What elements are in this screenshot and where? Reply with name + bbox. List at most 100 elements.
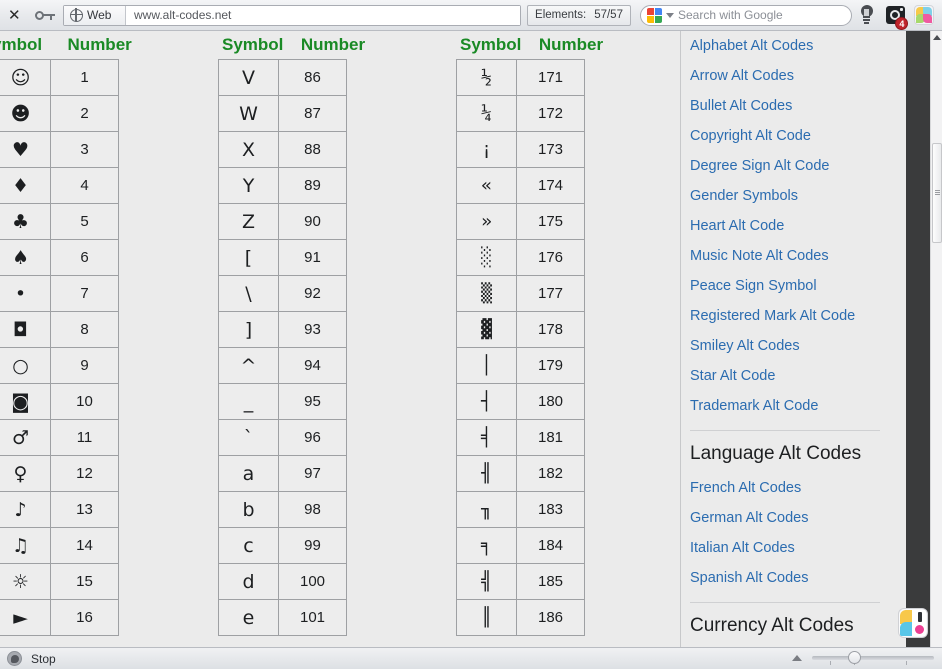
table-row: ╣185 (457, 564, 585, 600)
url-input[interactable] (126, 6, 520, 25)
table-row: [91 (219, 240, 347, 276)
symbol-cell: ☻ (0, 96, 51, 132)
lightbulb-glyph (860, 5, 874, 25)
table-row: ½171 (457, 60, 585, 96)
table-row: ^94 (219, 348, 347, 384)
stop-icon[interactable] (7, 651, 22, 666)
sidebar-link-spanish-alt-codes[interactable]: Spanish Alt Codes (690, 563, 892, 593)
elements-counter[interactable]: Elements: 57/57 (527, 5, 631, 26)
pinwheel-app-icon[interactable] (909, 0, 938, 30)
sidebar-link-heart-alt-code[interactable]: Heart Alt Code (690, 211, 892, 241)
sidebar-link-french-alt-codes[interactable]: French Alt Codes (690, 473, 892, 503)
sidebar-link-trademark-alt-code[interactable]: Trademark Alt Code (690, 391, 892, 421)
globe-icon (70, 9, 83, 22)
key-tooth (50, 16, 53, 20)
symbol-cell: ░ (457, 240, 517, 276)
close-button[interactable]: ✕ (0, 0, 29, 30)
table-row: ♣5 (0, 204, 119, 240)
number-cell: 5 (51, 204, 119, 240)
browser-toolbar: ✕ Web Elements: 57/57 Search with Google (0, 0, 942, 31)
sidebar-link-arrow-alt-codes[interactable]: Arrow Alt Codes (690, 61, 892, 91)
camera-icon[interactable]: 4 (881, 0, 910, 30)
table-row: d100 (219, 564, 347, 600)
sidebar-link-degree-sign-alt-code[interactable]: Degree Sign Alt Code (690, 151, 892, 181)
elements-value: 57/57 (594, 9, 623, 21)
sidebar-link-gender-symbols[interactable]: Gender Symbols (690, 181, 892, 211)
symbol-cell: ] (219, 312, 279, 348)
symbol-cell: ☺ (0, 60, 51, 96)
sidebar-link-italian-alt-codes[interactable]: Italian Alt Codes (690, 533, 892, 563)
search-input[interactable]: Search with Google (640, 5, 852, 26)
number-cell: 92 (279, 276, 347, 312)
number-cell: 89 (279, 168, 347, 204)
sidebar-link-smiley-alt-codes[interactable]: Smiley Alt Codes (690, 331, 892, 361)
table-row: ◘8 (0, 312, 119, 348)
number-cell: 181 (517, 420, 585, 456)
number-cell: 179 (517, 348, 585, 384)
symbol-cell: [ (219, 240, 279, 276)
table-row: │179 (457, 348, 585, 384)
scroll-up-arrow-icon[interactable] (933, 35, 941, 40)
number-cell: 180 (517, 384, 585, 420)
number-cell: 175 (517, 204, 585, 240)
sidebar-link-alphabet-alt-codes[interactable]: Alphabet Alt Codes (690, 31, 892, 61)
page-scrollbar[interactable] (930, 31, 942, 647)
symbol-cell: ○ (0, 348, 51, 384)
chevron-down-icon[interactable] (666, 13, 674, 18)
symbol-cell: ╡ (457, 420, 517, 456)
symbol-cell: ♪ (0, 492, 51, 528)
symbol-cell: « (457, 168, 517, 204)
symbol-cell: ♠ (0, 240, 51, 276)
sidebar-link-music-note-alt-codes[interactable]: Music Note Alt Codes (690, 241, 892, 271)
zoom-slider-thumb[interactable] (848, 651, 861, 664)
sidebar-link-registered-mark-alt-code[interactable]: Registered Mark Alt Code (690, 301, 892, 331)
status-label: Stop (31, 652, 56, 666)
symbol-cell: a (219, 456, 279, 492)
sidebar-link-star-alt-code[interactable]: Star Alt Code (690, 361, 892, 391)
number-cell: 172 (517, 96, 585, 132)
zoom-slider[interactable] (812, 651, 934, 665)
symbol-cell: ☼ (0, 564, 51, 600)
symbol-cell: ╣ (457, 564, 517, 600)
zoom-control[interactable] (792, 647, 934, 669)
table-row: ╡181 (457, 420, 585, 456)
number-cell: 10 (51, 384, 119, 420)
symbol-cell: ♥ (0, 132, 51, 168)
table-row: `96 (219, 420, 347, 456)
number-cell: 176 (517, 240, 585, 276)
web-scope-label: Web (87, 8, 111, 22)
table-row: e101 (219, 600, 347, 636)
triangle-up-icon[interactable] (792, 655, 802, 661)
symbol-cell: Z (219, 204, 279, 240)
floating-app-icon[interactable] (898, 608, 928, 638)
key-icon[interactable] (29, 0, 61, 30)
alt-codes-table-1-wrap: ymbol Number ☺1☻2♥3♦4♣5♠6•7◘8○9◙10♂11♀12… (0, 31, 132, 636)
symbol-cell: ▓ (457, 312, 517, 348)
sidebar-link-bullet-alt-codes[interactable]: Bullet Alt Codes (690, 91, 892, 121)
sidebar-link-german-alt-codes[interactable]: German Alt Codes (690, 503, 892, 533)
symbol-cell: ♣ (0, 204, 51, 240)
scrollbar-thumb[interactable] (932, 143, 942, 243)
number-cell: 185 (517, 564, 585, 600)
table-1-header-symbol: ymbol (0, 35, 42, 54)
lightbulb-icon[interactable] (852, 0, 881, 30)
elements-label: Elements: (535, 9, 586, 21)
number-cell: 14 (51, 528, 119, 564)
table-row: ○9 (0, 348, 119, 384)
page-viewport: ymbol Number ☺1☻2♥3♦4♣5♠6•7◘8○9◙10♂11♀12… (0, 31, 906, 647)
sidebar-link-peace-sign-symbol[interactable]: Peace Sign Symbol (690, 271, 892, 301)
alt-codes-table-3-wrap: Symbol Number ½171¼172¡173«174»175░176▒1… (456, 31, 603, 636)
number-cell: 4 (51, 168, 119, 204)
number-cell: 99 (279, 528, 347, 564)
table-row: V86 (219, 60, 347, 96)
address-bar[interactable]: Web (63, 5, 521, 26)
symbol-cell: ╕ (457, 528, 517, 564)
table-row: ¼172 (457, 96, 585, 132)
number-cell: 1 (51, 60, 119, 96)
number-cell: 86 (279, 60, 347, 96)
web-scope-selector[interactable]: Web (64, 6, 126, 25)
table-3-header-symbol: Symbol (460, 35, 521, 54)
sidebar-link-copyright-alt-code[interactable]: Copyright Alt Code (690, 121, 892, 151)
symbol-cell: d (219, 564, 279, 600)
table-row: ♦4 (0, 168, 119, 204)
